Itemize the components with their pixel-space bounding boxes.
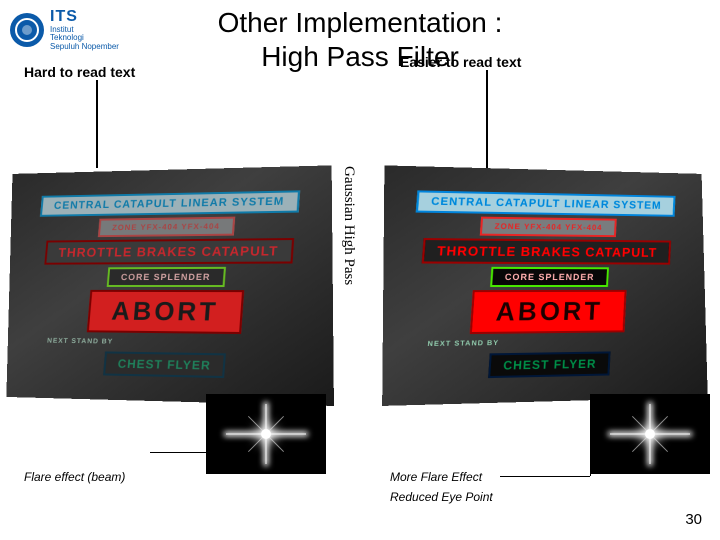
flare-label-left: Flare effect (beam): [24, 470, 125, 484]
panel-text-next: NEXT STAND BY: [414, 337, 511, 352]
page-number: 30: [685, 511, 702, 528]
image-before-filter: CENTRAL CATAPULT LINEAR SYSTEM ZONE YFX-…: [2, 168, 328, 400]
title-line-1: Other Implementation :: [218, 7, 503, 38]
panel-text-zone: ZONE YFX-404 YFX-404: [98, 217, 235, 238]
flare-label-right: More Flare Effect: [390, 470, 482, 484]
filter-type-label: Gaussian High Pass: [340, 166, 357, 285]
reduced-eye-point-label: Reduced Eye Point: [390, 490, 493, 504]
panel-text-next: NEXT STAND BY: [35, 335, 125, 349]
panel-text-core: CORE SPLENDER: [106, 267, 225, 287]
starburst-icon: [261, 429, 271, 439]
pointer-line-right: [486, 70, 488, 168]
display-panel-right: CENTRAL CATAPULT LINEAR SYSTEM ZONE YFX-…: [382, 165, 708, 406]
callout-line-right: [500, 476, 590, 477]
callout-line-left: [150, 452, 208, 453]
flare-thumb-right: [590, 394, 710, 474]
image-after-filter: CENTRAL CATAPULT LINEAR SYSTEM ZONE YFX-…: [388, 168, 712, 400]
pointer-line-left: [96, 80, 98, 168]
hard-to-read-label: Hard to read text: [24, 64, 135, 80]
panel-text-abort: ABORT: [87, 290, 245, 334]
panel-text-core: CORE SPLENDER: [490, 267, 608, 287]
panel-text-throttle: THROTTLE BRAKES CATAPULT: [44, 238, 293, 265]
panel-text-chest: CHEST FLYER: [103, 351, 226, 378]
panel-text-central: CENTRAL CATAPULT LINEAR SYSTEM: [416, 190, 675, 216]
display-panel-left: CENTRAL CATAPULT LINEAR SYSTEM ZONE YFX-…: [6, 165, 334, 406]
panel-text-chest: CHEST FLYER: [488, 351, 611, 378]
panel-text-throttle: THROTTLE BRAKES CATAPULT: [421, 238, 670, 265]
starburst-icon: [645, 429, 655, 439]
panel-text-abort: ABORT: [470, 290, 627, 334]
easier-to-read-label: Easier to read text: [400, 54, 521, 70]
panel-text-zone: ZONE YFX-404 YFX-404: [480, 217, 616, 237]
panel-text-central: CENTRAL CATAPULT LINEAR SYSTEM: [40, 190, 300, 216]
flare-thumb-left: [206, 394, 326, 474]
